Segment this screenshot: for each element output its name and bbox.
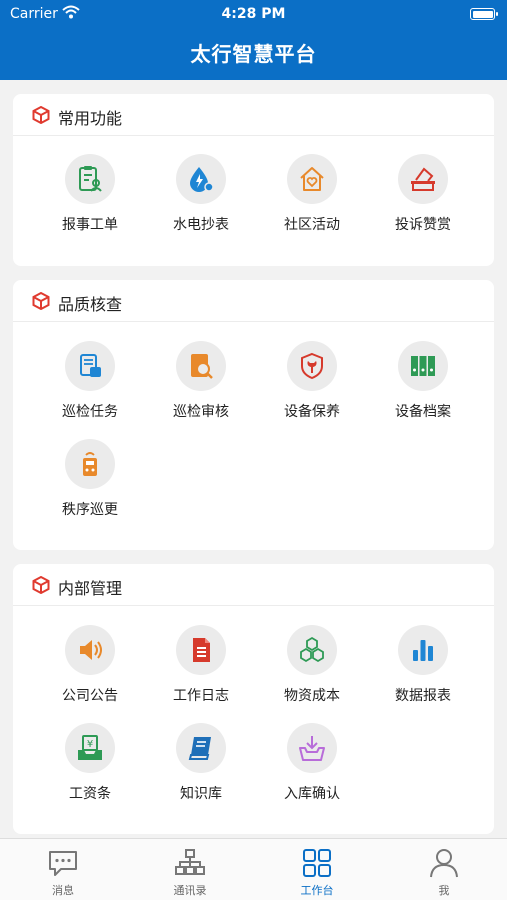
func-payslip[interactable]: ¥ 工资条	[35, 723, 145, 813]
document-icon	[193, 638, 210, 662]
section-quality-inspection: 品质核查 巡检任务 巡检审核 设备保养 设备档案 秩序巡更	[13, 280, 494, 550]
patrol-device-icon	[83, 452, 97, 476]
section-header: 品质核查	[13, 280, 494, 322]
func-label: 巡检任务	[62, 404, 118, 420]
section-cube-icon	[32, 106, 50, 124]
tab-label: 工作台	[300, 884, 334, 897]
func-label: 水电抄表	[173, 217, 229, 233]
func-label: 设备保养	[284, 404, 340, 420]
water-drop-icon	[190, 167, 214, 192]
tab-me[interactable]: 我	[381, 839, 507, 900]
status-bar: Carrier 4:28 PM	[0, 0, 507, 28]
func-label: 社区活动	[284, 217, 340, 233]
tab-contacts[interactable]: 通讯录	[127, 839, 253, 900]
func-equipment-maintenance[interactable]: 设备保养	[257, 341, 367, 431]
battery-icon	[470, 8, 498, 20]
func-knowledge-base[interactable]: 知识库	[146, 723, 256, 813]
grid-icon	[303, 849, 331, 877]
shield-wrench-icon	[301, 352, 323, 380]
top-bar: Carrier 4:28 PM 太行智慧平台	[0, 0, 507, 80]
func-work-log[interactable]: 工作日志	[146, 625, 256, 715]
tab-label: 消息	[52, 884, 74, 897]
func-label: 物资成本	[284, 688, 340, 704]
func-label: 设备档案	[395, 404, 451, 420]
section-header: 内部管理	[13, 564, 494, 606]
clock: 4:28 PM	[221, 6, 286, 22]
section-internal-management: 内部管理 公司公告 工作日志 物资成本 数据报表 ¥ 工资条 知识库 入库确认	[13, 564, 494, 834]
func-report-ticket[interactable]: 报事工单	[35, 154, 145, 244]
page-title: 太行智慧平台	[190, 42, 317, 66]
section-common-functions: 常用功能 报事工单 水电抄表 社区活动 投诉赞赏	[13, 94, 494, 266]
tab-label: 通讯录	[173, 884, 207, 897]
cubes-icon	[300, 636, 324, 663]
func-label: 公司公告	[62, 688, 118, 704]
func-community-events[interactable]: 社区活动	[257, 154, 367, 244]
func-label: 秩序巡更	[62, 502, 118, 518]
func-inspection-task[interactable]: 巡检任务	[35, 341, 145, 431]
house-heart-icon	[300, 167, 324, 191]
section-header: 常用功能	[13, 94, 494, 136]
book-icon	[188, 737, 211, 760]
func-label: 知识库	[180, 786, 222, 802]
ballot-box-icon	[411, 167, 435, 191]
section-cube-icon	[32, 292, 50, 310]
section-title: 内部管理	[58, 579, 123, 598]
section-cube-icon	[32, 576, 50, 594]
func-inspection-audit[interactable]: 巡检审核	[146, 341, 256, 431]
func-label: 数据报表	[395, 688, 451, 704]
func-label: 入库确认	[284, 786, 340, 802]
salary-tray-icon: ¥	[78, 735, 102, 760]
func-order-patrol[interactable]: 秩序巡更	[35, 439, 145, 529]
bar-chart-icon	[413, 640, 433, 661]
clipboard-user-icon	[79, 166, 102, 192]
audit-search-icon	[191, 354, 213, 379]
tab-label: 我	[438, 884, 450, 897]
inbox-download-icon	[299, 736, 325, 761]
func-label: 工作日志	[173, 688, 229, 704]
inspection-task-icon	[80, 354, 101, 377]
func-inbound-confirm[interactable]: 入库确认	[257, 723, 367, 813]
tab-messages[interactable]: 消息	[0, 839, 126, 900]
func-complaint-praise[interactable]: 投诉赞赏	[368, 154, 478, 244]
chat-bubble-icon	[49, 851, 77, 876]
func-company-notice[interactable]: 公司公告	[35, 625, 145, 715]
func-material-cost[interactable]: 物资成本	[257, 625, 367, 715]
func-data-report[interactable]: 数据报表	[368, 625, 478, 715]
func-equipment-archive[interactable]: 设备档案	[368, 341, 478, 431]
func-label: 投诉赞赏	[395, 217, 451, 233]
org-chart-icon	[175, 849, 205, 875]
tab-workbench[interactable]: 工作台	[254, 839, 380, 900]
person-icon	[430, 849, 458, 878]
func-label: 报事工单	[62, 217, 118, 233]
section-title: 常用功能	[58, 109, 123, 128]
binders-icon	[411, 356, 435, 376]
svg-text:¥: ¥	[87, 739, 93, 750]
func-meter-reading[interactable]: 水电抄表	[146, 154, 256, 244]
func-label: 工资条	[69, 786, 111, 802]
speaker-icon	[80, 640, 102, 660]
bottom-tab-bar: 消息 通讯录 工作台 我	[0, 838, 507, 900]
func-label: 巡检审核	[173, 404, 229, 420]
section-title: 品质核查	[58, 295, 123, 314]
